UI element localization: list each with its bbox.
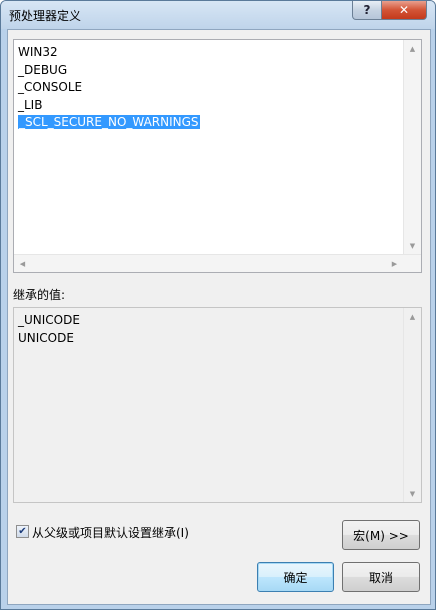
cancel-button[interactable]: 取消 — [342, 562, 420, 592]
close-icon: ✕ — [398, 3, 410, 17]
triangle-down-icon[interactable]: ▼ — [404, 485, 421, 502]
help-button[interactable]: ? — [352, 1, 382, 20]
definition-item[interactable]: _CONSOLE — [18, 79, 200, 97]
title-bar[interactable]: 预处理器定义 ? ✕ — [1, 1, 435, 29]
cancel-button-label: 取消 — [368, 570, 393, 585]
definitions-list: WIN32 _DEBUG _CONSOLE _LIB _SCL_SECURE_N… — [18, 44, 200, 132]
definitions-horizontal-scrollbar[interactable]: ◀ ▶ — [14, 254, 421, 272]
close-button[interactable]: ✕ — [381, 1, 427, 20]
triangle-left-icon[interactable]: ◀ — [14, 255, 31, 272]
window-title: 预处理器定义 — [9, 9, 82, 23]
inherited-item: _UNICODE — [18, 313, 80, 327]
inherited-item: UNICODE — [18, 330, 74, 345]
inherited-values-box: _UNICODE UNICODE ▲ ▼ — [13, 307, 422, 503]
ok-button-label: 确定 — [283, 570, 308, 585]
dialog-window: 预处理器定义 ? ✕ WIN32 _DEBUG _CONSOLE _LIB _S… — [0, 0, 436, 610]
inherited-vertical-scrollbar[interactable]: ▲ ▼ — [403, 308, 421, 502]
definitions-editbox[interactable]: WIN32 _DEBUG _CONSOLE _LIB _SCL_SECURE_N… — [13, 39, 422, 273]
inherit-checkbox[interactable]: ✔ — [16, 525, 29, 538]
checkmark-icon: ✔ — [18, 525, 27, 537]
definition-item[interactable]: _DEBUG — [18, 62, 200, 80]
inherited-list: _UNICODE UNICODE — [18, 312, 80, 347]
inherited-values-label: 继承的值: — [13, 288, 66, 302]
triangle-down-icon[interactable]: ▼ — [404, 237, 421, 254]
triangle-up-icon[interactable]: ▲ — [404, 308, 421, 325]
definition-item[interactable]: _LIB — [18, 97, 200, 115]
triangle-right-icon[interactable]: ▶ — [386, 255, 403, 272]
definition-item[interactable]: WIN32 — [18, 44, 200, 62]
dialog-client-area: WIN32 _DEBUG _CONSOLE _LIB _SCL_SECURE_N… — [7, 29, 431, 605]
inherit-checkbox-label[interactable]: 从父级或项目默认设置继承(I) — [32, 524, 189, 541]
definitions-vertical-scrollbar[interactable]: ▲ ▼ — [403, 40, 421, 254]
question-mark-icon: ? — [363, 3, 371, 17]
definition-item-selected[interactable]: _SCL_SECURE_NO_WARNINGS — [18, 114, 200, 132]
triangle-up-icon[interactable]: ▲ — [404, 40, 421, 57]
macros-button-label: 宏(M) >> — [353, 528, 409, 543]
macros-button[interactable]: 宏(M) >> — [342, 520, 420, 550]
ok-button[interactable]: 确定 — [257, 562, 334, 592]
